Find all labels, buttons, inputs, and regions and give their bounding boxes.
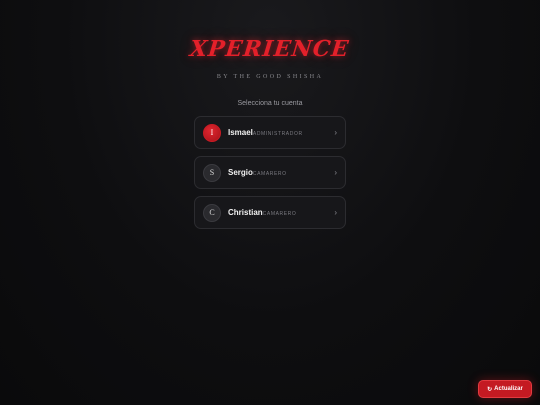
refresh-icon: ↻: [487, 386, 493, 393]
avatar: I: [203, 123, 221, 142]
account-select-screen: XPERIENCE BY THE GOOD SHISHA Selecciona …: [0, 0, 540, 405]
account-list: I Ismael ADMINISTRADOR › S Sergio CAMARE…: [194, 116, 346, 236]
account-item-ismael[interactable]: I Ismael ADMINISTRADOR ›: [194, 116, 346, 149]
chevron-right-icon: ›: [334, 208, 337, 217]
account-text: Sergio CAMARERO: [228, 168, 334, 177]
chevron-right-icon: ›: [334, 128, 337, 137]
logo-wordmark: XPERIENCE: [189, 36, 351, 62]
brand-tagline: BY THE GOOD SHISHA: [216, 74, 324, 80]
refresh-label: Actualizar: [494, 386, 523, 392]
chevron-right-icon: ›: [334, 168, 337, 177]
account-name: Ismael: [228, 128, 253, 137]
account-role: CAMARERO: [262, 211, 297, 217]
account-item-christian[interactable]: C Christian CAMARERO ›: [194, 196, 346, 229]
account-role: ADMINISTRADOR: [252, 131, 303, 137]
avatar: S: [203, 163, 221, 182]
account-role: CAMARERO: [252, 171, 287, 177]
avatar: C: [203, 203, 221, 222]
select-account-prompt: Selecciona tu cuenta: [237, 100, 303, 107]
account-text: Christian CAMARERO: [228, 208, 334, 217]
account-name: Christian: [228, 208, 263, 217]
account-item-sergio[interactable]: S Sergio CAMARERO ›: [194, 156, 346, 189]
brand-logo: XPERIENCE: [0, 36, 540, 62]
refresh-button[interactable]: ↻ Actualizar: [478, 380, 532, 398]
account-text: Ismael ADMINISTRADOR: [228, 128, 334, 137]
account-name: Sergio: [228, 168, 253, 177]
